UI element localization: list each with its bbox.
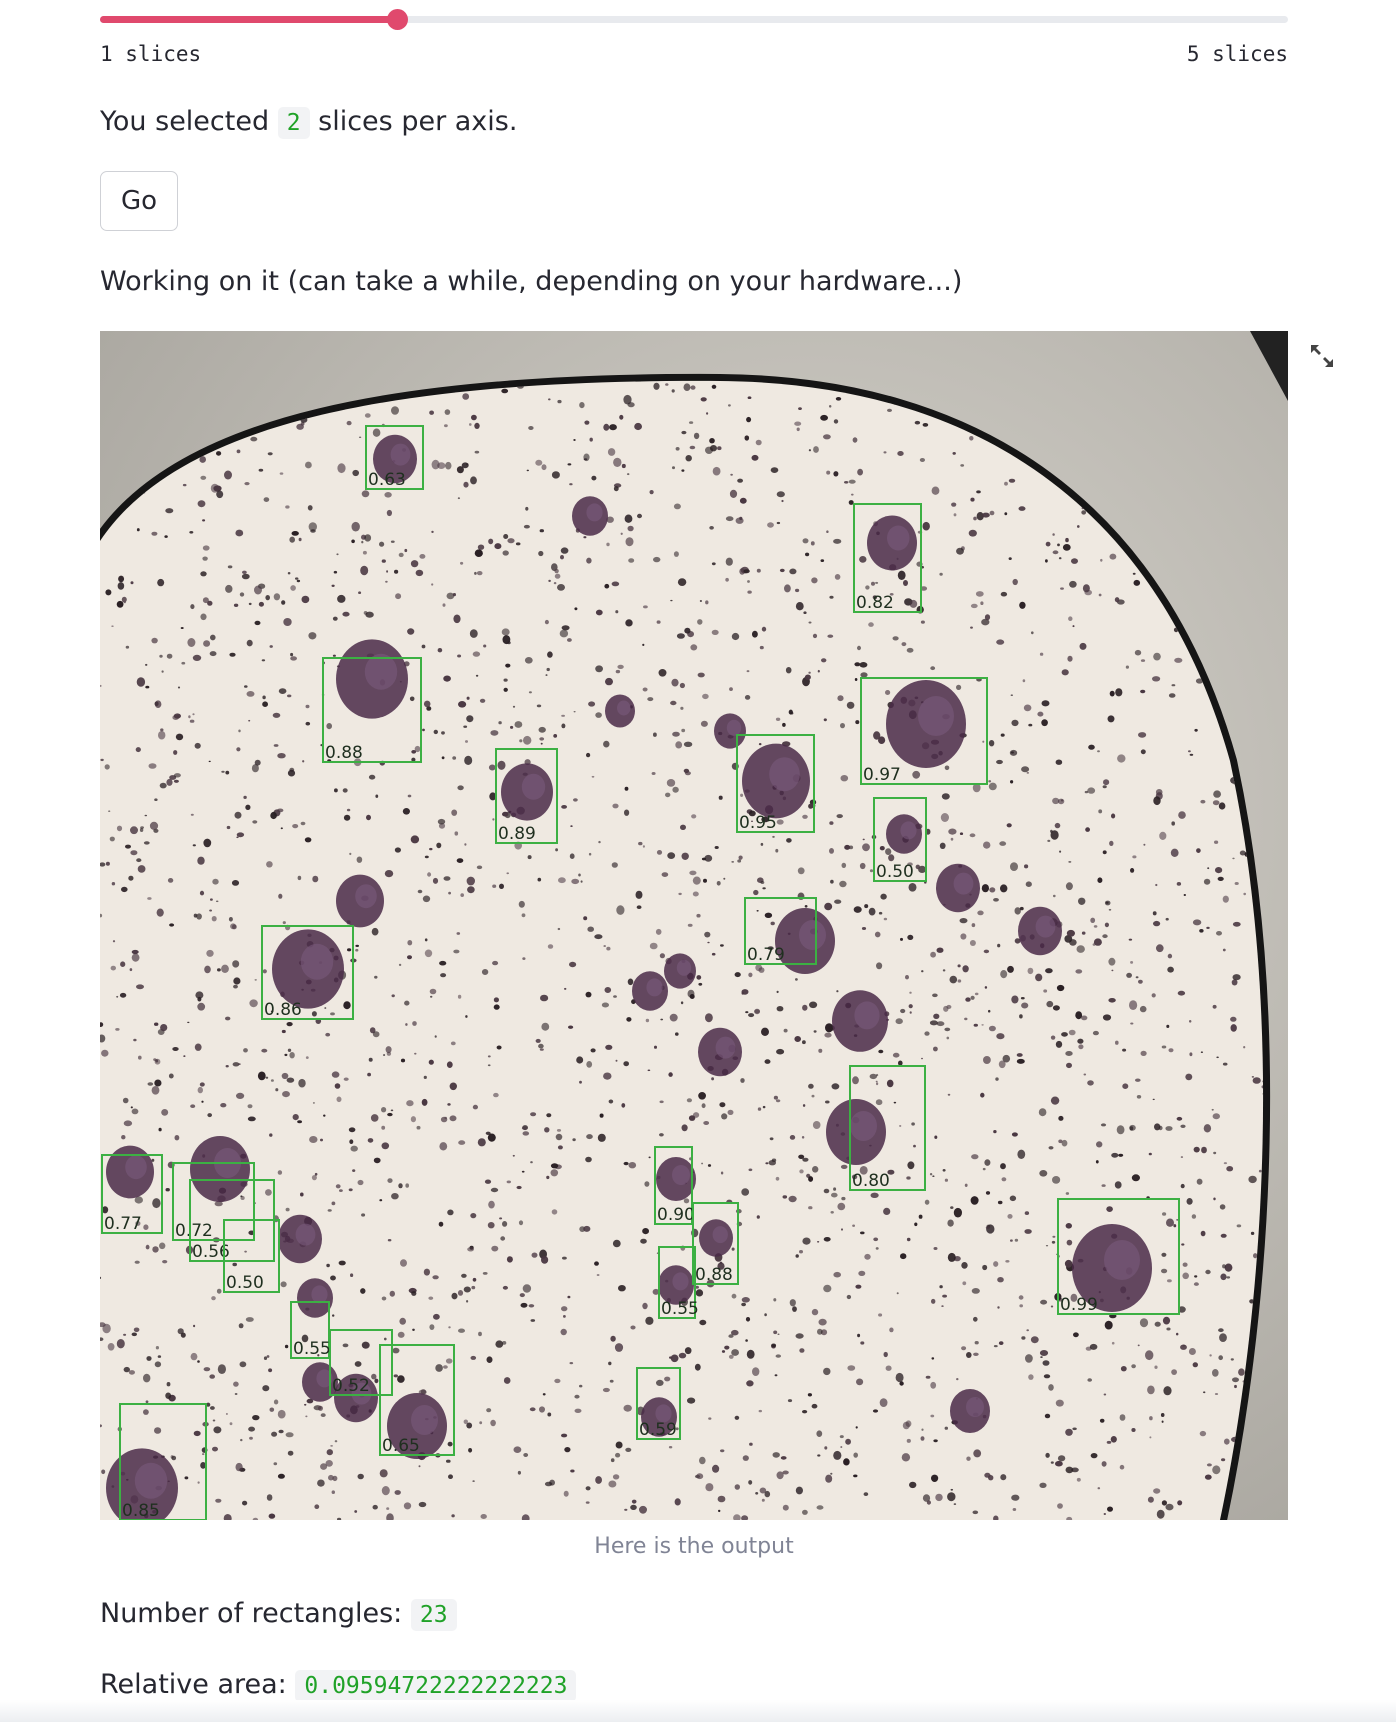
detection-score: 0.88 — [695, 1265, 733, 1285]
selection-suffix: slices per axis. — [318, 106, 518, 137]
detection-score: 0.80 — [852, 1171, 890, 1191]
selection-value: 2 — [277, 107, 310, 139]
detection-score: 0.82 — [856, 593, 894, 613]
detection-score: 0.55 — [661, 1299, 699, 1319]
detection-score: 0.55 — [293, 1339, 331, 1359]
slider-min-label: 1 slices — [100, 42, 202, 66]
detection-score: 0.50 — [876, 862, 914, 882]
detection-score: 0.77 — [104, 1214, 142, 1234]
slider-max-label: 5 slices — [1186, 42, 1288, 66]
bottom-shade — [0, 1700, 1396, 1722]
output-image: 0.63 0.82 0.88 0.97 0.89 0.95 0.50 0.79 0.86 0.80… — [100, 331, 1288, 1520]
detection-score: 0.50 — [226, 1273, 264, 1293]
slices-slider[interactable] — [100, 8, 1288, 32]
selection-prefix: You selected — [100, 106, 270, 137]
detection-score: 0.99 — [1060, 1295, 1098, 1315]
detection-score: 0.65 — [382, 1436, 420, 1456]
slider-thumb[interactable] — [387, 9, 408, 30]
rectangles-value: 23 — [410, 1599, 457, 1631]
expand-icon[interactable] — [1308, 342, 1336, 370]
area-label: Relative area: — [100, 1669, 287, 1700]
detection-score: 0.59 — [639, 1420, 677, 1440]
go-button[interactable]: Go — [100, 171, 178, 231]
status-text: Working on it (can take a while, dependi… — [100, 266, 963, 297]
detection-score: 0.97 — [863, 765, 901, 785]
detection-score: 0.72 — [175, 1221, 213, 1241]
detection-score: 0.79 — [747, 945, 785, 965]
detection-score: 0.95 — [739, 813, 777, 833]
detection-score: 0.86 — [264, 1000, 302, 1020]
detection-score: 0.52 — [332, 1376, 370, 1396]
area-value: 0.09594722222222223 — [295, 1670, 577, 1702]
microscopy-image: 0.63 0.82 0.88 0.97 0.89 0.95 0.50 0.79 0.86 0.80… — [100, 331, 1288, 1520]
detection-score: 0.88 — [325, 743, 363, 763]
detection-score: 0.63 — [368, 470, 406, 490]
detection-score: 0.89 — [498, 824, 536, 844]
rectangles-count: Number of rectangles: 23 — [100, 1594, 457, 1635]
selection-text: You selected 2 slices per axis. — [100, 102, 517, 143]
slider-fill — [100, 16, 397, 23]
detection-score: 0.90 — [657, 1205, 695, 1225]
image-caption: Here is the output — [594, 1534, 794, 1559]
detection-score: 0.85 — [122, 1501, 160, 1520]
rectangles-label: Number of rectangles: — [100, 1598, 403, 1629]
